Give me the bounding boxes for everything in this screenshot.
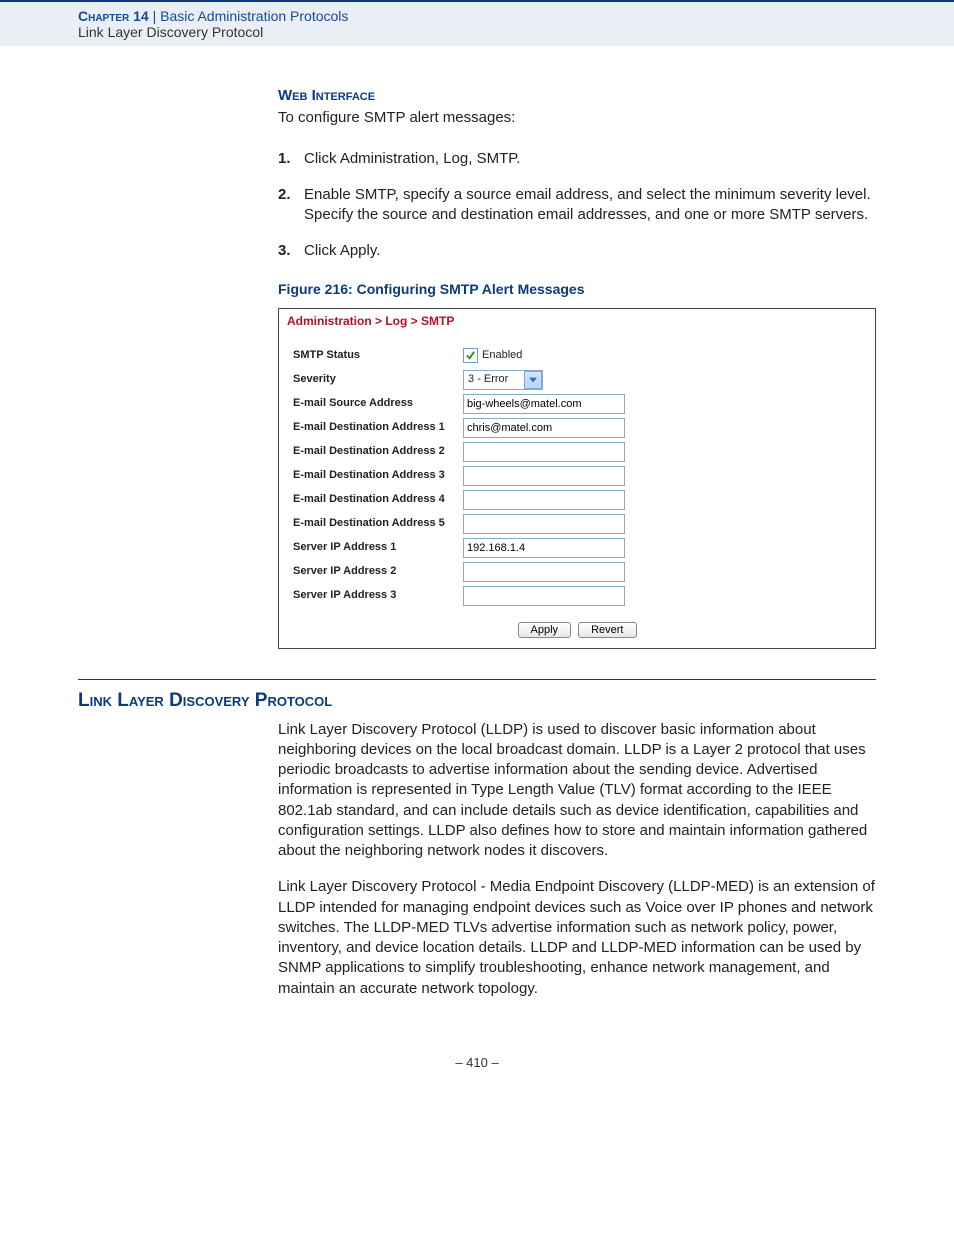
smtp-status-checkbox[interactable]	[463, 348, 478, 363]
step-text: Click Administration, Log, SMTP.	[304, 149, 520, 169]
row-ip2: Server IP Address 2	[293, 560, 861, 584]
button-row: Apply Revert	[279, 614, 875, 648]
row-dst5: E-mail Destination Address 5	[293, 512, 861, 536]
row-ip1: Server IP Address 1	[293, 536, 861, 560]
step-number: 1.	[278, 149, 304, 169]
lldp-para2: Link Layer Discovery Protocol - Media En…	[278, 877, 876, 999]
smtp-form: SMTP Status Enabled Severity 3 - Error	[279, 336, 875, 614]
row-smtp-status: SMTP Status Enabled	[293, 344, 861, 368]
label-dst2: E-mail Destination Address 2	[293, 444, 463, 459]
label-dst4: E-mail Destination Address 4	[293, 492, 463, 507]
step-item: 3.Click Apply.	[278, 241, 876, 261]
row-dst2: E-mail Destination Address 2	[293, 440, 861, 464]
label-severity: Severity	[293, 372, 463, 387]
web-interface-intro: To configure SMTP alert messages:	[278, 108, 876, 128]
email-dest1-input[interactable]	[463, 418, 625, 438]
label-ip1: Server IP Address 1	[293, 540, 463, 555]
page-header: Chapter 14 | Basic Administration Protoc…	[0, 0, 954, 46]
severity-select[interactable]: 3 - Error	[463, 370, 543, 390]
figure-216: Administration > Log > SMTP SMTP Status …	[278, 308, 876, 648]
row-dst3: E-mail Destination Address 3	[293, 464, 861, 488]
email-dest2-input[interactable]	[463, 442, 625, 462]
step-number: 2.	[278, 185, 304, 226]
email-dest3-input[interactable]	[463, 466, 625, 486]
label-ip3: Server IP Address 3	[293, 588, 463, 603]
web-interface-heading: Web Interface	[278, 86, 876, 106]
header-separator: |	[149, 8, 160, 24]
step-text: Enable SMTP, specify a source email addr…	[304, 185, 876, 226]
row-src: E-mail Source Address	[293, 392, 861, 416]
label-dst5: E-mail Destination Address 5	[293, 516, 463, 531]
row-dst4: E-mail Destination Address 4	[293, 488, 861, 512]
label-src: E-mail Source Address	[293, 396, 463, 411]
figure-caption: Figure 216: Configuring SMTP Alert Messa…	[278, 280, 876, 299]
label-dst3: E-mail Destination Address 3	[293, 468, 463, 483]
section-divider	[78, 679, 876, 680]
breadcrumb: Administration > Log > SMTP	[279, 309, 875, 335]
server-ip2-input[interactable]	[463, 562, 625, 582]
chevron-down-icon[interactable]	[524, 371, 542, 389]
label-dst1: E-mail Destination Address 1	[293, 420, 463, 435]
apply-button[interactable]: Apply	[518, 622, 572, 638]
header-section: Link Layer Discovery Protocol	[78, 24, 934, 40]
chapter-title: Basic Administration Protocols	[160, 8, 348, 24]
email-dest5-input[interactable]	[463, 514, 625, 534]
steps-list: 1.Click Administration, Log, SMTP. 2.Ena…	[278, 149, 876, 262]
row-dst1: E-mail Destination Address 1	[293, 416, 861, 440]
lldp-heading: Link Layer Discovery Protocol	[78, 690, 876, 712]
label-smtp-status: SMTP Status	[293, 348, 463, 363]
step-item: 1.Click Administration, Log, SMTP.	[278, 149, 876, 169]
step-text: Click Apply.	[304, 241, 380, 261]
step-number: 3.	[278, 241, 304, 261]
step-item: 2.Enable SMTP, specify a source email ad…	[278, 185, 876, 226]
label-ip2: Server IP Address 2	[293, 564, 463, 579]
email-dest4-input[interactable]	[463, 490, 625, 510]
checkbox-label: Enabled	[482, 348, 522, 363]
revert-button[interactable]: Revert	[578, 622, 636, 638]
severity-value: 3 - Error	[464, 372, 524, 387]
server-ip3-input[interactable]	[463, 586, 625, 606]
email-source-input[interactable]	[463, 394, 625, 414]
lldp-para1: Link Layer Discovery Protocol (LLDP) is …	[278, 720, 876, 862]
row-ip3: Server IP Address 3	[293, 584, 861, 608]
server-ip1-input[interactable]	[463, 538, 625, 558]
page-footer: – 410 –	[0, 1035, 954, 1100]
chapter-label: Chapter 14	[78, 8, 149, 24]
header-chapter-line: Chapter 14 | Basic Administration Protoc…	[78, 8, 934, 24]
row-severity: Severity 3 - Error	[293, 368, 861, 392]
